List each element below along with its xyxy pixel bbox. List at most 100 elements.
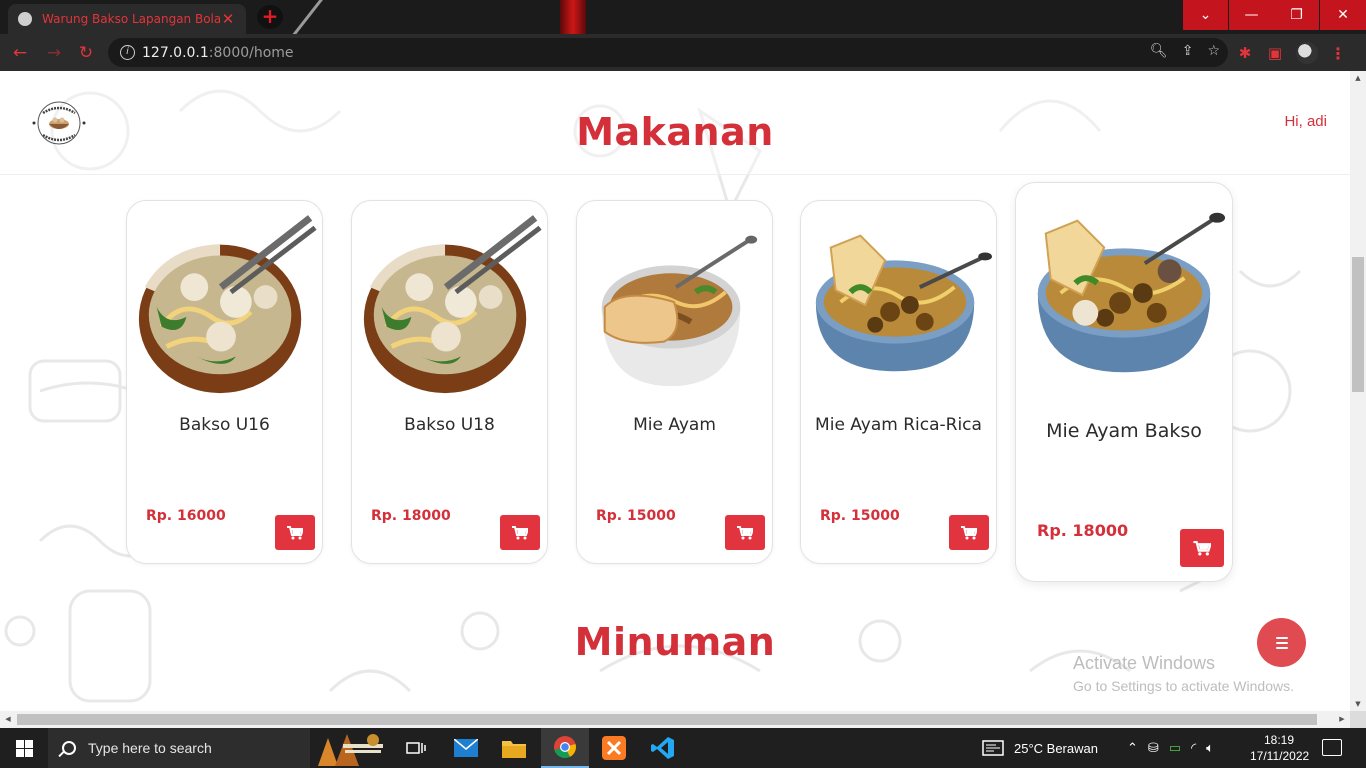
chrome-app[interactable] (541, 728, 589, 768)
menu-item-name: Mie Ayam Bakso (1046, 420, 1202, 442)
windows-taskbar: Type here to search 25°C Berawan ⌃ ⛁ ▭ ◜… (0, 728, 1366, 768)
menu-item-price: Rp. 18000 (371, 508, 451, 524)
xampp-app[interactable] (590, 728, 638, 768)
menu-card[interactable]: Bakso U16 Rp. 16000 (126, 200, 323, 564)
mail-app[interactable] (442, 728, 490, 768)
task-view-button[interactable] (392, 728, 440, 768)
url-host: 127.0.0.1 (142, 44, 209, 61)
mie-ayam-bakso-image (1037, 212, 1226, 373)
battery-icon[interactable]: ▭ (1169, 740, 1181, 756)
wifi-icon[interactable]: ◜ (1191, 740, 1196, 756)
food-section-title: Makanan (576, 110, 774, 154)
search-placeholder: Type here to search (88, 740, 212, 756)
menu-item-price: Rp. 18000 (1037, 521, 1129, 540)
cart-icon (287, 525, 303, 539)
system-tray: ⌃ ⛁ ▭ ◜ 🔈︎ (1127, 728, 1214, 768)
vscode-app[interactable] (639, 728, 687, 768)
taskbar-clock[interactable]: 18:19 17/11/2022 (1250, 732, 1309, 764)
wallpaper-streak (278, 0, 325, 34)
reload-icon[interactable]: ↻ (74, 41, 98, 65)
close-window-button[interactable]: ✕ (1320, 0, 1366, 30)
menu-line (1275, 641, 1288, 644)
weather-widget[interactable]: 25°C Berawan (982, 728, 1098, 768)
file-explorer-app[interactable] (490, 728, 538, 768)
menu-item-name: Mie Ayam (633, 415, 716, 435)
notification-center-icon[interactable] (1322, 739, 1342, 756)
site-info-icon[interactable]: i (120, 45, 135, 60)
search-icon (62, 741, 76, 755)
menu-item-name: Bakso U18 (404, 415, 495, 435)
menu-card[interactable]: Mie Ayam Rp. 15000 (576, 200, 773, 564)
cart-icon (737, 525, 753, 539)
weather-text: 25°C Berawan (1014, 740, 1098, 756)
menu-line (1275, 636, 1288, 639)
side-panel-icon[interactable]: ▣ (1266, 44, 1284, 62)
bakso-image (363, 215, 542, 394)
mail-icon (454, 739, 478, 757)
restore-button[interactable]: ❐ (1274, 0, 1319, 30)
scroll-up-arrow-icon[interactable]: ▲ (1350, 71, 1366, 85)
activate-windows-watermark: Activate Windows Go to Settings to activ… (1073, 653, 1294, 694)
close-tab-icon[interactable]: ✕ (220, 10, 236, 28)
add-to-cart-button[interactable] (949, 515, 989, 550)
menu-card[interactable]: Bakso U18 Rp. 18000 (351, 200, 548, 564)
menu-card-hovered[interactable]: Mie Ayam Bakso Rp. 18000 (1015, 182, 1233, 582)
add-to-cart-button[interactable] (725, 515, 765, 550)
scroll-left-arrow-icon[interactable]: ◀ (0, 711, 16, 728)
share-icon[interactable]: ⇪ (1182, 43, 1194, 59)
menu-item-price: Rp. 15000 (820, 508, 900, 524)
scroll-right-arrow-icon[interactable]: ▶ (1334, 711, 1350, 728)
profile-avatar[interactable] (1296, 42, 1318, 64)
clock-time: 18:19 (1263, 733, 1295, 747)
folder-icon (502, 741, 526, 758)
mie-ayam-rica-image (815, 234, 993, 372)
menu-item-name: Bakso U16 (179, 415, 270, 435)
cart-icon (512, 525, 528, 539)
tab-title: Warung Bakso Lapangan Bola - H (42, 12, 220, 26)
menu-card[interactable]: Mie Ayam Rica-Rica Rp. 15000 (800, 200, 997, 564)
vertical-scrollbar[interactable]: ▲ ▼ (1350, 71, 1366, 711)
menu-item-price: Rp. 15000 (596, 508, 676, 524)
back-arrow-icon[interactable]: ← (8, 41, 32, 65)
xampp-icon (602, 736, 626, 760)
browser-toolbar: ← → ↻ i 127.0.0.1:8000/home 🔍︎ ⇪ ☆ ✱ ▣ ⋮ (0, 34, 1366, 71)
new-tab-button[interactable]: + (257, 5, 283, 29)
vertical-scroll-thumb[interactable] (1352, 257, 1364, 392)
menu-item-name: Mie Ayam Rica-Rica (815, 415, 982, 435)
extensions-puzzle-icon[interactable]: ✱ (1236, 44, 1254, 62)
add-to-cart-button[interactable] (1180, 529, 1224, 567)
url-path: :8000/home (208, 44, 294, 61)
forward-arrow-icon[interactable]: → (42, 41, 66, 65)
scroll-down-arrow-icon[interactable]: ▼ (1350, 697, 1366, 711)
page-viewport: Hi, adi Makanan Bakso U16 Rp. 16000 Baks… (0, 71, 1350, 711)
address-bar[interactable]: i 127.0.0.1:8000/home 🔍︎ ⇪ ☆ (108, 38, 1228, 67)
browser-menu-icon[interactable]: ⋮ (1330, 44, 1346, 63)
bakso-image (138, 215, 317, 394)
search-highlight-image[interactable] (310, 728, 390, 768)
watermark-subtitle: Go to Settings to activate Windows. (1073, 678, 1294, 694)
watermark-title: Activate Windows (1073, 653, 1216, 673)
taskbar-search-box[interactable]: Type here to search (48, 728, 310, 768)
chrome-icon (554, 736, 576, 758)
chevron-up-icon[interactable]: ⌃ (1127, 740, 1138, 756)
start-button[interactable] (0, 728, 48, 768)
zoom-icon[interactable]: 🔍︎ (1150, 43, 1168, 59)
browser-tab[interactable]: Warung Bakso Lapangan Bola - H ✕ (8, 4, 246, 34)
horizontal-scrollbar[interactable]: ◀ ▶ (0, 711, 1350, 728)
menu-line (1275, 646, 1288, 649)
wallpaper-streak (560, 0, 586, 34)
add-to-cart-button[interactable] (275, 515, 315, 550)
horizontal-scroll-thumb[interactable] (17, 714, 1317, 725)
windows-logo-icon (15, 739, 33, 757)
minimize-button[interactable]: — (1229, 0, 1274, 30)
autumn-highlight-icon (318, 734, 383, 766)
usb-device-icon[interactable]: ⛁ (1148, 740, 1159, 756)
add-to-cart-button[interactable] (500, 515, 540, 550)
bookmark-star-icon[interactable]: ☆ (1207, 43, 1220, 59)
vscode-icon (651, 737, 674, 759)
volume-icon[interactable]: 🔈︎ (1206, 740, 1214, 756)
mie-ayam-image (601, 235, 758, 387)
tab-search-chevron-down-icon[interactable]: ⌄ (1183, 0, 1228, 30)
globe-icon (18, 12, 32, 26)
browser-titlebar: Warung Bakso Lapangan Bola - H ✕ + ⌄ — ❐… (0, 0, 1366, 34)
